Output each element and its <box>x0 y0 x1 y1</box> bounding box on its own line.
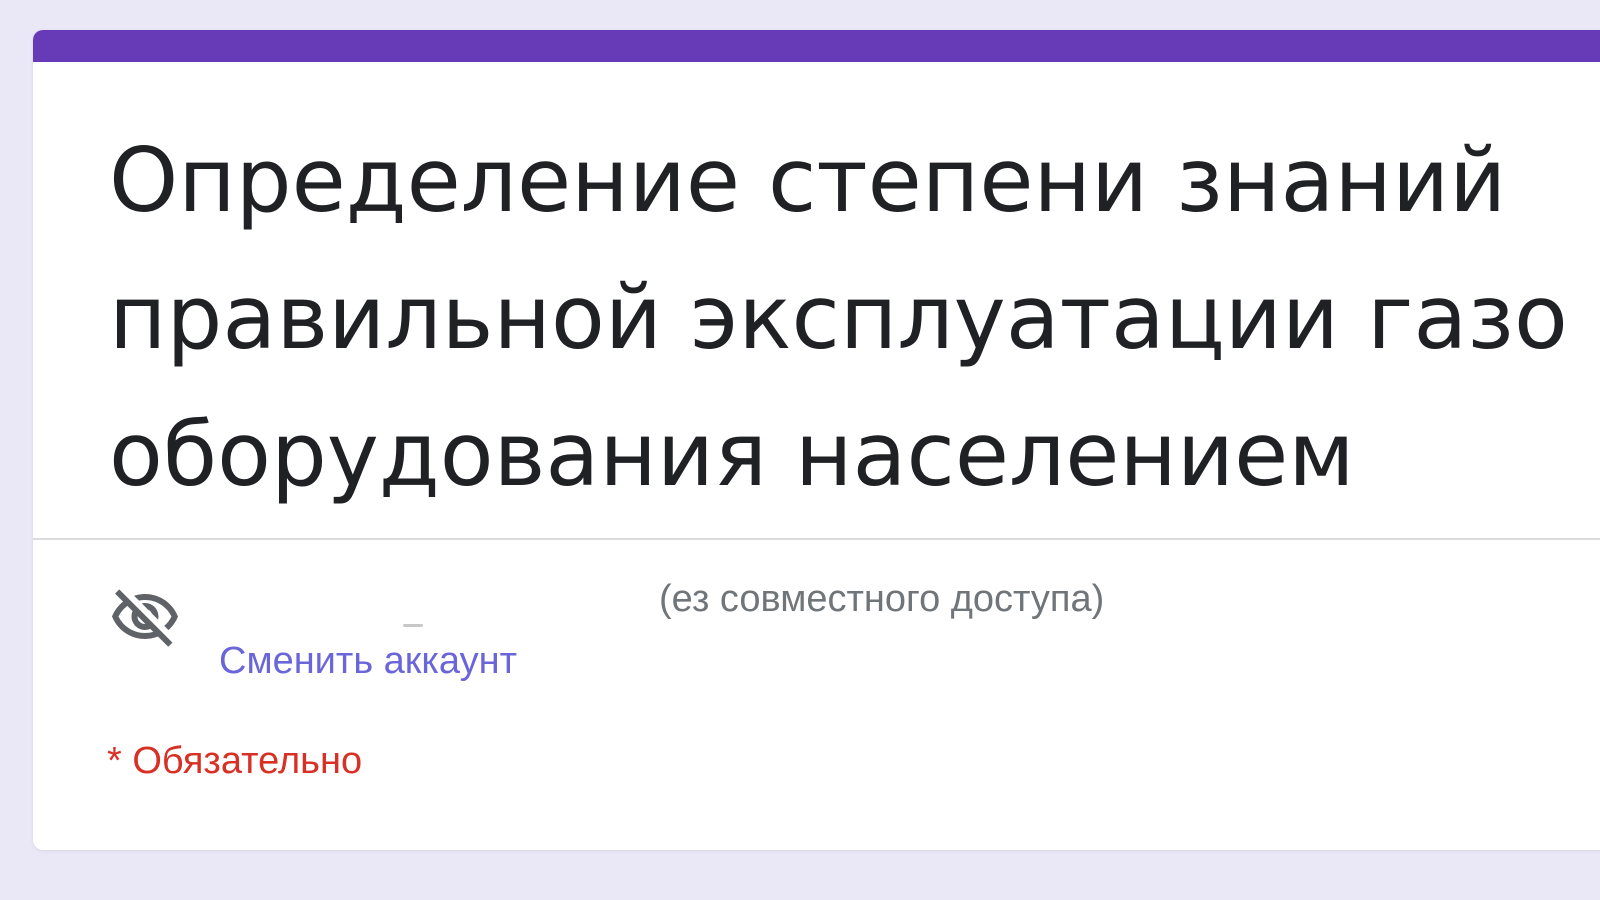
form-header-card: Определение степени знаний правильной эк… <box>33 30 1600 850</box>
theme-accent-bar <box>33 30 1600 62</box>
form-title-line: оборудования населением <box>109 403 1355 506</box>
account-sharing-status: (ез совместного доступа) <box>659 578 1105 620</box>
account-email-redacted <box>403 624 423 627</box>
header-divider <box>33 538 1600 540</box>
required-field-note: * Обязательно <box>107 740 363 782</box>
form-title-line: правильной эксплуатации газо <box>109 266 1568 369</box>
switch-account-link[interactable]: Сменить аккаунт <box>219 640 517 683</box>
form-title-line: Определение степени знаний <box>109 129 1507 232</box>
form-title: Определение степени знаний правильной эк… <box>109 112 1600 523</box>
eye-off-icon <box>112 589 178 647</box>
